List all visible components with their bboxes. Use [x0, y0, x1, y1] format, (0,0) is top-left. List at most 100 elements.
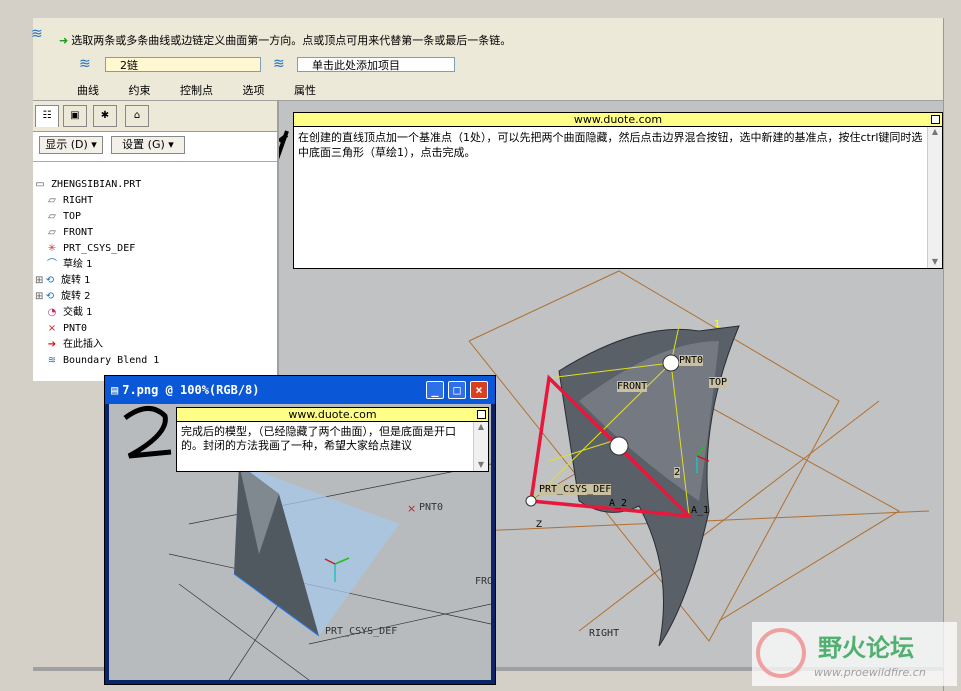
minimize-button[interactable]: _ [426, 381, 444, 399]
arrow-right-icon: ➜ [59, 34, 69, 47]
curves-icon: ≋ [79, 56, 91, 72]
folder-icon: ▣ [70, 110, 80, 121]
folder-tab[interactable]: ▣ [63, 105, 87, 127]
scroll-up-icon[interactable]: ▲ [928, 127, 942, 136]
note-scrollbar[interactable]: ▲ ▼ [473, 422, 488, 471]
sketch-icon: ⌒ [47, 259, 57, 270]
label-a2: A_2 [609, 498, 628, 509]
inner-label-fro: FRO [475, 576, 491, 587]
label-pnt0: PNT0 [679, 355, 704, 366]
maximize-button[interactable]: □ [448, 381, 466, 399]
tree-icon: ☷ [42, 110, 52, 121]
scroll-down-icon[interactable]: ▼ [474, 460, 488, 469]
inner-label-csys: PRT_CSYS_DEF [325, 626, 398, 637]
tree-item-label: 旋转 2 [61, 291, 91, 302]
tree-item-label: 在此插入 [63, 339, 103, 350]
tree-item-label: RIGHT [63, 195, 94, 206]
tree-item-label: 旋转 1 [61, 275, 91, 286]
settings-button[interactable]: 设置 (G) ▾ [111, 136, 185, 154]
settings-label: 设置 (G) [122, 138, 165, 151]
datum-plane-icon: ▱ [48, 195, 56, 206]
left-frame [0, 0, 33, 691]
scroll-up-icon[interactable]: ▲ [474, 422, 488, 431]
inner-line [228, 603, 280, 680]
intersect-icon: ◔ [47, 307, 57, 318]
note-title-text: www.duote.com [288, 408, 377, 421]
tree-item-revolve2[interactable]: ⊞ ⟲ 旋转 2 [35, 289, 91, 304]
tree-item-boundary-blend[interactable]: ≋ Boundary Blend 1 [45, 353, 160, 368]
tree-item-label: ZHENGSIBIAN.PRT [51, 179, 142, 190]
note-scrollbar[interactable]: ▲ ▼ [927, 127, 942, 268]
annotation-one [279, 130, 289, 160]
label-top: TOP [709, 377, 728, 388]
csys-icon: ✳ [47, 243, 57, 254]
connections-tab[interactable]: ⌂ [125, 105, 149, 127]
annotation-two [123, 406, 172, 459]
tree-item-label: TOP [63, 211, 82, 222]
note-title-text: www.duote.com [573, 113, 663, 126]
note-close-button[interactable] [477, 410, 486, 419]
tree-item-label: FRONT [63, 227, 94, 238]
prompt-text: 选取两条或多条曲线或边链定义曲面第一方向。点或顶点可用来代替第一条或最后一条链。 [71, 34, 512, 47]
scroll-down-icon[interactable]: ▼ [928, 257, 942, 266]
favorites-tab[interactable]: ✱ [93, 105, 117, 127]
watermark-title: 野火论坛 [818, 634, 914, 662]
tab-curves[interactable]: 曲线 [77, 84, 99, 97]
add-item-field[interactable]: 单击此处添加项目 [297, 57, 455, 72]
note-close-button[interactable] [931, 115, 940, 124]
second-direction-icon: ≋ [273, 56, 285, 72]
datum-point-icon: × [47, 323, 57, 334]
navigator-tabs: ☷ ▣ ✱ ⌂ [33, 101, 277, 132]
note-text[interactable]: 完成后的模型，（已经隐藏了两个曲面），但是底面是开口的。封闭的方法我画了一种，希… [177, 422, 488, 453]
tree-item-sketch1[interactable]: ⌒ 草绘 1 [45, 257, 93, 272]
label-front: FRONT [617, 381, 648, 392]
watermark-url: www.proewildfire.cn [814, 666, 926, 679]
label-right: RIGHT [589, 628, 620, 639]
chevron-down-icon: ▾ [91, 138, 97, 151]
tree-item-top[interactable]: ▱ TOP [45, 209, 81, 224]
tree-item-front[interactable]: ▱ FRONT [45, 225, 93, 240]
tab-properties[interactable]: 属性 [294, 84, 316, 97]
tree-divider [33, 161, 277, 162]
tree-item-insert-here[interactable]: ➔ 在此插入 [45, 337, 103, 352]
note-box-2[interactable]: www.duote.com 完成后的模型，（已经隐藏了两个曲面），但是底面是开口… [176, 407, 489, 472]
tree-item-label: 草绘 1 [63, 259, 93, 270]
chain-field[interactable]: 2链 [105, 57, 261, 72]
note-text[interactable]: 在创建的直线顶点加一个基准点（1处），可以先把两个曲面隐藏，然后点击边界混合按钮… [294, 127, 942, 160]
status-prompt: ➜ 选取两条或多条曲线或边链定义曲面第一方向。点或顶点可用来代替第一条或最后一条链… [59, 32, 511, 48]
image-file-icon: ▤ [111, 383, 119, 397]
tree-item-label: 交截 1 [63, 307, 93, 318]
close-button[interactable]: × [470, 381, 488, 399]
revolve-icon: ⟲ [45, 275, 55, 286]
connection-icon: ⌂ [133, 110, 141, 121]
show-label: 显示 (D) [45, 138, 88, 151]
tree-item-label: PNT0 [63, 323, 88, 334]
image-window-title: 7.png @ 100%(RGB/8) [122, 383, 260, 397]
tree-item-pnt0[interactable]: × PNT0 [45, 321, 87, 336]
note-title: www.duote.com [294, 113, 942, 127]
note-box-1[interactable]: www.duote.com 在创建的直线顶点加一个基准点（1处），可以先把两个曲… [293, 112, 943, 269]
datum-plane-icon: ▱ [48, 211, 56, 222]
watermark: 野火论坛 www.proewildfire.cn [752, 622, 957, 686]
show-button[interactable]: 显示 (D) ▾ [39, 136, 103, 154]
right-scrollbar[interactable] [943, 18, 961, 691]
expand-icon[interactable]: ⊞ [35, 289, 43, 304]
dashboard-tabs: 曲线 约束 控制点 选项 属性 [77, 82, 342, 98]
tree-item-intersect1[interactable]: ◔ 交截 1 [45, 305, 93, 320]
tree-item-revolve1[interactable]: ⊞ ⟲ 旋转 1 [35, 273, 91, 288]
tree-tab[interactable]: ☷ [35, 105, 59, 127]
tree-item-part[interactable]: ▭ ZHENGSIBIAN.PRT [33, 177, 141, 192]
tree-item-csys[interactable]: ✳ PRT_CSYS_DEF [45, 241, 135, 256]
csys-marker [525, 495, 537, 507]
tab-constraints[interactable]: 约束 [129, 84, 151, 97]
label-num2: 2 [674, 467, 681, 478]
revolve-icon: ⟲ [45, 291, 55, 302]
tab-control-points[interactable]: 控制点 [180, 84, 213, 97]
expand-icon[interactable]: ⊞ [35, 273, 43, 288]
image-window-titlebar[interactable]: ▤ 7.png @ 100%(RGB/8) _ □ × [105, 376, 495, 404]
note-title: www.duote.com [177, 408, 488, 422]
tree-item-label: PRT_CSYS_DEF [63, 243, 136, 254]
tree-item-right[interactable]: ▱ RIGHT [45, 193, 93, 208]
pnt0-marker [662, 354, 680, 372]
tab-options[interactable]: 选项 [243, 84, 265, 97]
